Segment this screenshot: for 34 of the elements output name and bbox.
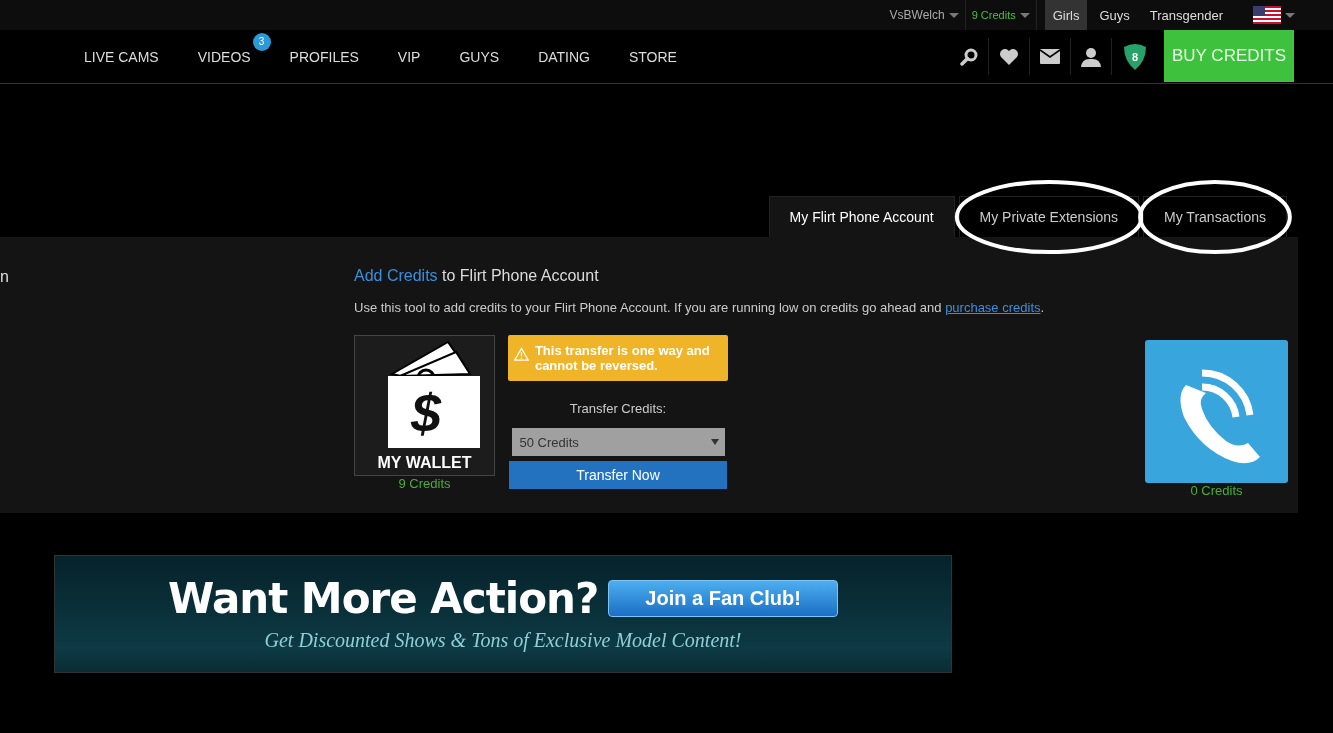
warning-text: This transfer is one way and cannot be reversed. (534, 343, 711, 373)
wallet-credits: 9 Credits (398, 476, 451, 491)
banner-headline: Want More Action? (168, 574, 599, 623)
count-badge: 3 (252, 32, 271, 51)
nav-link[interactable]: VIP (397, 48, 421, 65)
transfer-label: Transfer Credits: (569, 401, 667, 416)
phone-credits: 0 Credits (1190, 483, 1243, 498)
category-tab[interactable]: Transgender (1141, 0, 1231, 30)
nav-link[interactable]: STORE (629, 48, 677, 65)
banner-tagline: Get Discounted Shows & Tons of Exclusive Model Content! (264, 629, 742, 652)
dropdown-arrow-icon (710, 439, 719, 445)
username-dropdown[interactable]: VsBWelch (883, 0, 966, 30)
cut-off-text: n (0, 268, 9, 285)
credits-dropdown[interactable]: 9 Credits (965, 0, 1037, 30)
tab[interactable]: My Private Extensions (958, 196, 1140, 237)
category-tab[interactable]: Girls (1044, 0, 1088, 30)
wallet-label: MY WALLET (377, 454, 472, 472)
flag-icon (1253, 6, 1281, 24)
purchase-credits-link[interactable]: purchase credits (945, 300, 1041, 315)
category-tab[interactable]: Guys (1091, 0, 1138, 30)
phone-card[interactable] (1145, 340, 1288, 483)
tab[interactable]: My Flirt Phone Account (768, 196, 955, 237)
wallet-card[interactable]: $ MY WALLET (354, 335, 495, 476)
fan-club-banner[interactable]: Want More Action? Join a Fan Club! Get Discounted Shows & Tons of Exclusive Model Content! (54, 555, 952, 673)
section-heading: Add Credits to Flirt Phone Account (354, 267, 600, 285)
nav-link[interactable]: GUYS (459, 48, 500, 65)
nav-link[interactable]: PROFILES (289, 48, 359, 65)
transfer-now-button[interactable]: Transfer Now (509, 461, 727, 489)
tab[interactable]: My Transactions (1143, 196, 1287, 237)
nav-link[interactable]: DATING (538, 48, 590, 65)
credits-select[interactable]: 50 Credits (511, 428, 725, 456)
description-text: Use this tool to add credits to your Flirt Phone Account. If you are running low on credits go ahead and purchase credits. (354, 300, 1046, 315)
nav-link[interactable]: LIVE CAMS (84, 48, 159, 65)
add-credits-link[interactable]: Add Credits (354, 267, 438, 284)
